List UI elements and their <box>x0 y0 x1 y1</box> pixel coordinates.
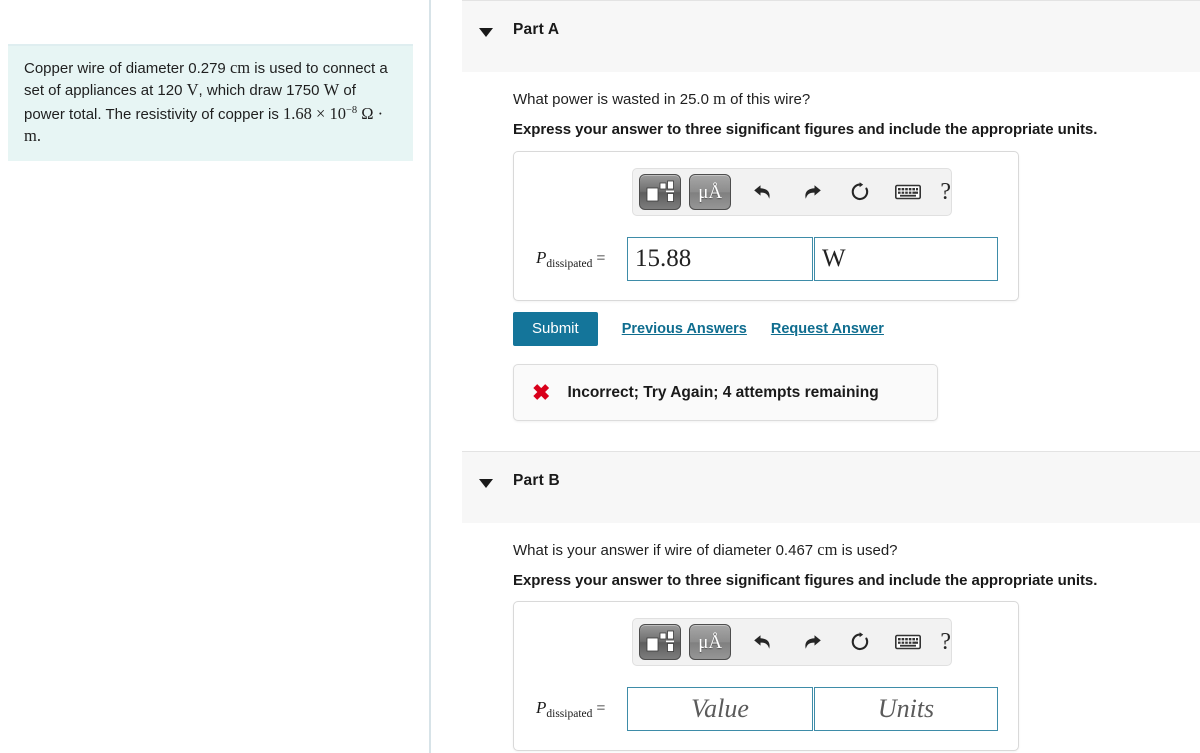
part-b-value-input[interactable]: Value <box>627 687 813 731</box>
part-a-header[interactable]: Part A <box>462 0 1200 72</box>
undo-glyph <box>754 185 770 199</box>
reset-glyph <box>851 632 869 651</box>
part-b-header[interactable]: Part B <box>462 451 1200 523</box>
keyboard-glyph <box>895 634 922 650</box>
part-b-equals: = <box>596 700 606 717</box>
caret-down-icon[interactable] <box>479 479 493 488</box>
part-a-variable-label: Pdissipated = <box>536 248 605 270</box>
part-a-previous-answers-link[interactable]: Previous Answers <box>622 321 747 337</box>
part-a-value-input[interactable]: 15.88 <box>627 237 813 281</box>
part-a-submit-button[interactable]: Submit <box>513 312 598 346</box>
problem-statement-text: Copper wire of diameter 0.279 cm is used… <box>24 58 397 147</box>
part-b-answer-box: μÅ ? Pdissipated = Value Units <box>513 601 1019 751</box>
part-a-question-text1: What power is wasted in 25.0 <box>513 91 709 108</box>
unit-watt: W <box>323 79 340 99</box>
template-glyph <box>646 180 675 202</box>
keyboard-icon[interactable] <box>890 624 926 660</box>
problem-line1-part1: Copper wire of diameter 0.279 <box>24 60 226 77</box>
part-b-question: What is your answer if wire of diameter … <box>513 540 898 560</box>
part-a-math-toolbar: μÅ ? <box>632 168 952 216</box>
problem-sidebar: Copper wire of diameter 0.279 cm is used… <box>0 0 431 753</box>
parts-column: Part A What power is wasted in 25.0 m of… <box>433 0 1200 753</box>
problem-line3-part1: 1750 <box>286 81 320 99</box>
undo-glyph <box>754 635 770 649</box>
resistivity-value: 1.68 × 10 <box>283 104 346 123</box>
x-mark-icon: ✖ <box>532 379 551 405</box>
part-b-question-text1: What is your answer if wire of diameter … <box>513 542 814 559</box>
math-template-icon[interactable] <box>639 174 682 210</box>
redo-icon[interactable] <box>794 624 830 660</box>
units-button[interactable]: μÅ <box>689 624 732 660</box>
part-a-equals: = <box>596 250 606 267</box>
part-a-actions: Submit Previous Answers Request Answer <box>513 312 884 346</box>
part-a-feedback-text: Incorrect; Try Again; 4 attempts remaini… <box>567 383 879 401</box>
part-a-instruction: Express your answer to three significant… <box>513 121 1098 138</box>
undo-icon[interactable] <box>745 624 781 660</box>
part-a-question-text2: of this wire? <box>730 91 811 108</box>
reset-icon[interactable] <box>842 174 878 210</box>
help-icon[interactable]: ? <box>940 630 951 654</box>
part-b-instruction: Express your answer to three significant… <box>513 572 1098 589</box>
template-glyph <box>646 630 675 652</box>
part-a-answer-box: μÅ ? Pdissipated = 15.88 W <box>513 151 1019 301</box>
part-a-units-input[interactable]: W <box>814 237 998 281</box>
part-b-question-text2: is used? <box>841 542 898 559</box>
part-b-variable-symbol: P <box>536 698 547 717</box>
problem-line2-part2: , which draw <box>198 81 282 99</box>
part-a-variable-subscript: dissipated <box>546 258 593 271</box>
caret-down-icon[interactable] <box>479 28 493 37</box>
part-a-request-answer-link[interactable]: Request Answer <box>771 321 884 337</box>
redo-glyph <box>805 635 821 649</box>
part-a-feedback: ✖ Incorrect; Try Again; 4 attempts remai… <box>513 364 938 421</box>
unit-cm: cm <box>229 58 251 77</box>
part-b-math-toolbar: μÅ ? <box>632 618 952 666</box>
part-a-variable-symbol: P <box>536 248 547 267</box>
part-b-variable-subscript: dissipated <box>546 708 593 721</box>
part-a-question: What power is wasted in 25.0 m of this w… <box>513 89 810 109</box>
help-icon[interactable]: ? <box>940 180 951 204</box>
part-b-variable-label: Pdissipated = <box>536 698 605 720</box>
redo-glyph <box>805 185 821 199</box>
undo-icon[interactable] <box>745 174 781 210</box>
redo-icon[interactable] <box>794 174 830 210</box>
math-template-icon[interactable] <box>639 624 682 660</box>
part-a-title: Part A <box>513 21 560 38</box>
part-b-question-unit: cm <box>817 540 838 559</box>
part-a-question-unit: m <box>713 89 726 108</box>
page-root: Copper wire of diameter 0.279 cm is used… <box>0 0 1200 753</box>
units-button-label: μÅ <box>698 631 723 653</box>
reset-icon[interactable] <box>842 624 878 660</box>
unit-volt: V <box>186 79 199 99</box>
reset-glyph <box>851 182 869 201</box>
resistivity-exponent: −8 <box>345 105 358 116</box>
part-b-title: Part B <box>513 472 560 489</box>
keyboard-glyph <box>895 184 922 200</box>
keyboard-icon[interactable] <box>890 174 926 210</box>
units-button-label: μÅ <box>698 181 723 203</box>
problem-line1-part2: is used to <box>254 60 319 77</box>
problem-statement-box: Copper wire of diameter 0.279 cm is used… <box>8 44 413 161</box>
part-b-units-input[interactable]: Units <box>814 687 998 731</box>
units-button[interactable]: μÅ <box>689 174 732 210</box>
